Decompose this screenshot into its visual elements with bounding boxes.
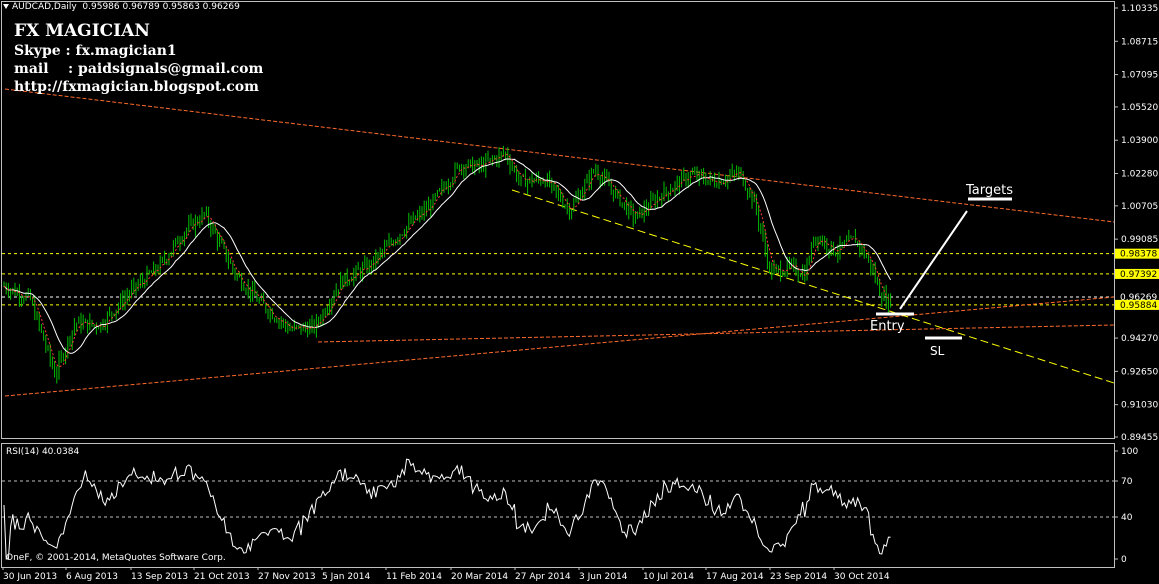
- price-tick-label: 1.07095: [1121, 71, 1158, 81]
- mail-line: mail : paidsignals@gmail.com: [14, 61, 264, 77]
- sl-label: SL: [930, 344, 945, 358]
- time-tick-label: 5 Jan 2014: [322, 572, 370, 582]
- price-tick-label: 0.91030: [1121, 401, 1158, 411]
- price-tick-label: 0.94270: [1121, 334, 1158, 344]
- rsi-tick-label: 0: [1121, 555, 1127, 565]
- time-tick-label: 23 Sep 2014: [770, 572, 827, 582]
- price-tick-label: 0.99085: [1121, 235, 1158, 245]
- time-tick-label: 10 Jul 2014: [643, 572, 694, 582]
- chevron-down-icon[interactable]: [3, 4, 9, 9]
- rsi-axis: 100 70 40 0: [1114, 447, 1138, 565]
- time-axis: 30 Jun 2013 6 Aug 2013 13 Sep 2013 21 Oct 2…: [2, 567, 890, 582]
- time-tick-label: 6 Aug 2013: [66, 572, 118, 582]
- time-tick-label: 17 Aug 2014: [706, 572, 764, 582]
- entry-label: Entry: [870, 319, 905, 334]
- time-tick-label: 20 Mar 2014: [451, 572, 508, 582]
- price-tick-label: 1.08715: [1121, 37, 1158, 47]
- trendline-lower-support: [4, 296, 1115, 397]
- price-tick-label: 1.10335: [1121, 4, 1158, 14]
- rsi-label: RSI(14) 40.0384: [6, 447, 80, 457]
- trendline-channel-support: [317, 324, 1115, 343]
- rsi-line: [3, 458, 891, 560]
- price-tick-label: 1.03900: [1121, 136, 1158, 146]
- price-tick-label: 1.05520: [1121, 103, 1158, 113]
- price-tick-label: 1.02280: [1121, 169, 1158, 179]
- candlestick-series: [3, 145, 892, 384]
- time-tick-label: 27 Nov 2013: [258, 572, 316, 582]
- time-tick-label: 30 Jun 2013: [3, 572, 57, 582]
- rsi-panel-frame: [1, 443, 1115, 568]
- ohlc-values: 0.95986 0.96789 0.95863 0.96269: [82, 2, 240, 12]
- time-tick-label: 11 Feb 2014: [386, 572, 442, 582]
- level-price-label: 0.95884: [1120, 301, 1157, 311]
- trendline-yellow-diagonal: [511, 189, 1115, 384]
- price-axis: 1.10335 1.08715 1.07095 1.05520 1.03900 1.022…: [1114, 4, 1159, 443]
- time-tick-label: 21 Oct 2013: [194, 572, 250, 582]
- brand-title: FX MAGICIAN: [14, 21, 150, 41]
- symbol-label: AUDCAD,Daily: [12, 2, 77, 12]
- price-tick-label: 1.00705: [1121, 202, 1158, 212]
- rsi-tick-label: 100: [1121, 447, 1138, 457]
- info-block: FX MAGICIAN Skype : fx.magician1 mail : …: [14, 20, 263, 96]
- chart-header: AUDCAD,Daily 0.95986 0.96789 0.95863 0.9…: [3, 2, 240, 12]
- trendlines: [4, 88, 1115, 397]
- time-tick-label: 30 Oct 2014: [834, 572, 890, 582]
- price-tick-label: 0.89455: [1121, 433, 1158, 443]
- price-tick-label: 0.92650: [1121, 367, 1158, 377]
- time-tick-label: 3 Jun 2014: [579, 572, 628, 582]
- target-arrow-line: [899, 210, 968, 310]
- level-price-label: 0.98378: [1120, 250, 1157, 260]
- level-price-label: 0.97392: [1120, 270, 1157, 280]
- time-tick-label: 27 Apr 2014: [515, 572, 571, 582]
- skype-line: Skype : fx.magician1: [14, 43, 177, 59]
- trendline-upper-resistance: [4, 88, 1115, 223]
- rsi-tick-label: 70: [1121, 477, 1133, 487]
- time-tick-label: 13 Sep 2013: [131, 572, 188, 582]
- rsi-tick-label: 40: [1121, 513, 1133, 523]
- rsi-levels: [2, 480, 1114, 518]
- targets-label: Targets: [965, 183, 1013, 198]
- url-line: http://fxmagician.blogspot.com: [14, 79, 259, 95]
- copyright-text: OneF, © 2001-2014, MetaQuotes Software C…: [6, 553, 226, 563]
